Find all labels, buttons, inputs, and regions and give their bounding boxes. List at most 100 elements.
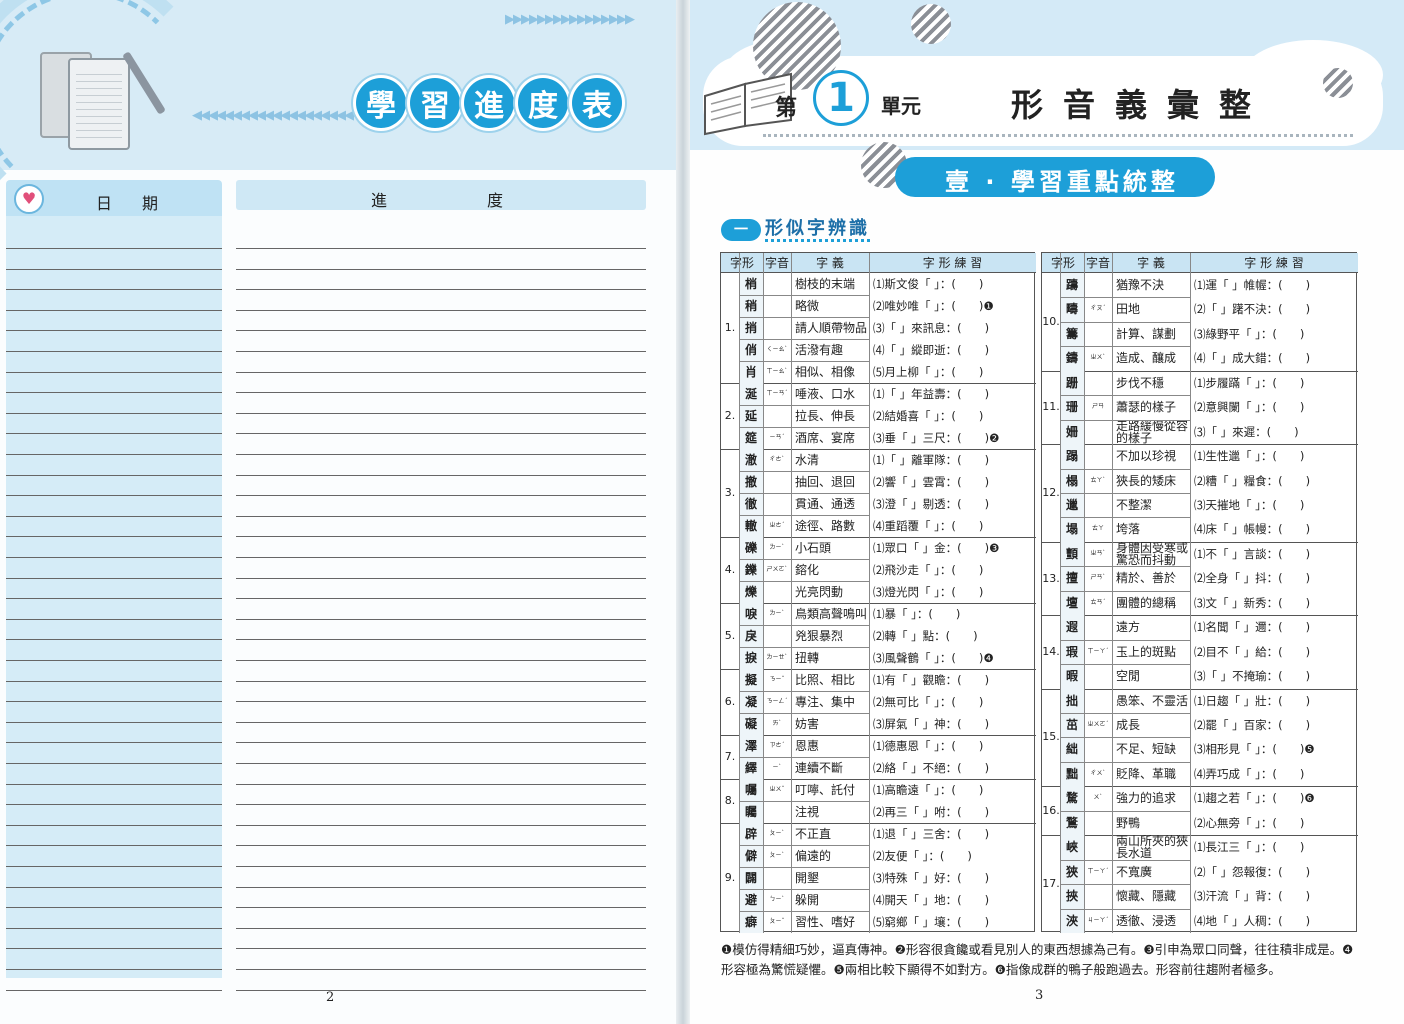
- char-cell: 鶩: [1060, 810, 1084, 836]
- char-cell: 榻: [1060, 468, 1084, 493]
- date-rule-line: [6, 804, 222, 806]
- progress-rule-line: [236, 639, 646, 641]
- char-cell: 躊: [1060, 273, 1084, 298]
- table-header-cell: 字 義: [791, 253, 869, 273]
- char-cell: 跚: [1060, 370, 1084, 396]
- char-cell: 鑠: [739, 559, 763, 581]
- meaning-cell: 田地: [1116, 302, 1141, 317]
- practice-item: ⑵心無旁「 」：( ): [1194, 815, 1305, 830]
- char-cell: 絀: [1060, 737, 1084, 762]
- char-cell: 延: [739, 405, 763, 427]
- pronunciation-cell: ㄧㄢˊ: [769, 434, 785, 441]
- pronunciation-cell: ㄔㄜˋ: [769, 456, 785, 463]
- practice-item: ⑷弄巧成「 」：( ): [1194, 766, 1305, 781]
- group-number: 1.: [724, 321, 736, 334]
- progress-rule-line: [236, 948, 646, 950]
- practice-item: ⑷「 」縱即逝：( ): [873, 343, 990, 357]
- progress-rule-line: [236, 536, 646, 538]
- pronunciation-cell: ㄆㄧˋ: [769, 852, 785, 859]
- pronunciation-cell: ㄓㄜˊ: [769, 522, 785, 529]
- pronunciation-cell: ㄌㄧˋ: [769, 544, 785, 551]
- pronunciation-cell: ㄓㄨㄛˊ: [1087, 721, 1109, 728]
- meaning-cell: 恩惠: [795, 739, 820, 753]
- practice-item: ⑶天摧地「 」：( ): [1194, 498, 1305, 512]
- unit-prefix: 第: [775, 96, 798, 121]
- practice-item: ⑶「 」來遲：( ): [1194, 424, 1299, 439]
- pronunciation-cell: ㄒㄧㄢˊ: [766, 390, 788, 397]
- pronunciation-cell: [1084, 884, 1112, 908]
- meaning-cell: 水清: [795, 453, 820, 467]
- pronunciation-cell: ㄓㄨˋ: [1090, 354, 1106, 362]
- pronunciation-cell: ㄞˋ: [772, 720, 782, 727]
- unit-suffix: 單元: [881, 94, 921, 118]
- meaning-cell: 光亮閃動: [795, 585, 844, 599]
- meaning-cell: 相似、相像: [795, 365, 856, 379]
- progress-rule-line: [236, 804, 646, 806]
- practice-item: ⑴名聞「 」邇：( ): [1194, 620, 1311, 635]
- progress-column-header: 進度: [236, 180, 646, 210]
- meaning-cell: 走路緩慢從容的樣子: [1116, 419, 1188, 445]
- subsection-number: 一: [721, 219, 761, 241]
- progress-rule-line: [236, 742, 646, 744]
- char-cell: 茁: [1060, 713, 1084, 738]
- right-header-banner: 第 1 單元 形音義彙整: [683, 0, 1404, 150]
- pronunciation-cell: ㄗㄜˊ: [769, 742, 785, 749]
- left-page: ▶▶▶▶▶▶▶▶▶▶▶▶▶▶▶▶ ◀◀◀◀◀◀◀◀◀◀◀◀◀◀◀◀◀◀◀◀◀ 學…: [0, 0, 683, 1024]
- group-number: 16.: [1042, 803, 1060, 817]
- title-char: 學: [356, 78, 406, 128]
- progress-rule-line: [236, 598, 646, 600]
- date-rule-line: [6, 515, 222, 517]
- char-cell: 涎: [739, 383, 763, 405]
- char-cell: 捎: [739, 317, 763, 339]
- group-number: 17.: [1042, 877, 1060, 891]
- char-cell: 矚: [739, 801, 763, 823]
- char-cell: 拙: [1060, 688, 1084, 713]
- progress-chart-title: 學 習 進 度 表: [356, 78, 622, 128]
- group-number: 7.: [724, 750, 736, 763]
- meaning-cell: 垮落: [1116, 522, 1141, 537]
- group-number: 15.: [1042, 730, 1060, 744]
- meaning-cell: 造成、釀成: [1116, 351, 1177, 366]
- progress-rule-line: [236, 454, 646, 455]
- practice-item: ⑵唯妙唯「 」：( )❶: [873, 299, 994, 313]
- meaning-cell: 不正直: [795, 827, 832, 841]
- pronunciation-cell: [1084, 322, 1112, 346]
- right-page: 第 1 單元 形音義彙整 壹 · 學習重點統整 一形似字辨識 字形 字音字 義字 …: [683, 0, 1404, 1024]
- progress-rule-line: [236, 907, 646, 909]
- practice-item: ⑵飛沙走「 」：( ): [873, 563, 984, 577]
- char-cell: 挾: [1060, 884, 1084, 909]
- char-cell: 戾: [739, 625, 763, 647]
- char-cell: 癖: [739, 911, 763, 933]
- group-number: 5.: [724, 629, 736, 642]
- practice-item: ⑴退「 」三舍：( ): [873, 827, 990, 841]
- char-cell: 浹: [1060, 908, 1084, 933]
- char-cell: 塌: [1060, 517, 1084, 542]
- char-cell: 遐: [1060, 615, 1084, 640]
- pronunciation-cell: ㄧˋ: [772, 764, 782, 771]
- meaning-cell: 專注、集中: [795, 695, 856, 709]
- pronunciation-cell: ㄐㄧㄚˊ: [1087, 916, 1109, 924]
- progress-rule-line: [236, 371, 646, 373]
- meaning-cell: 精於、善於: [1116, 571, 1177, 586]
- pronunciation-cell: [763, 867, 791, 889]
- progress-rule-line: [236, 412, 646, 414]
- pronunciation-cell: ㄔㄨˋ: [1090, 769, 1106, 777]
- practice-item: ⑷「 」成大錯：( ): [1194, 351, 1311, 366]
- practice-item: ⑶屏氣「 」神：( ): [873, 717, 990, 731]
- date-rule-line: [6, 845, 222, 847]
- progress-rule-line: [236, 721, 646, 723]
- section-title: 壹 · 學習重點統整: [945, 168, 1179, 196]
- progress-rule-line: [236, 845, 646, 847]
- progress-rule-line: [236, 557, 646, 558]
- meaning-cell: 不整潔: [1116, 498, 1153, 512]
- char-cell: 疇: [1060, 297, 1084, 322]
- meaning-cell: 拉長、伸長: [795, 409, 856, 423]
- char-cell: 籌: [1060, 321, 1084, 347]
- practice-item: ⑸月上柳「 」：( ): [873, 365, 984, 379]
- pronunciation-cell: ㄕㄢ: [1091, 403, 1104, 411]
- date-rule-line: [6, 680, 222, 682]
- char-cell: 珊: [1060, 395, 1084, 420]
- title-char: 習: [410, 78, 460, 128]
- meaning-cell: 略微: [795, 299, 820, 313]
- meaning-cell: 兩山所夾的狹長水道: [1116, 835, 1188, 860]
